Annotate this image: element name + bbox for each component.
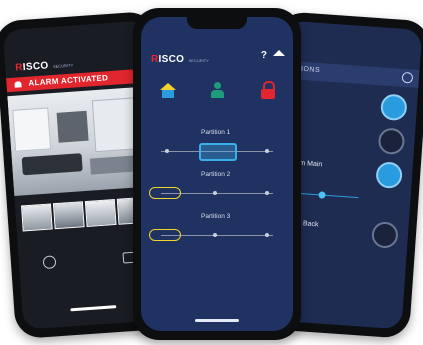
- at-icon[interactable]: [42, 255, 57, 270]
- partition-row: Partition 3: [141, 213, 293, 249]
- home-icon[interactable]: [273, 50, 285, 56]
- partition-state-slider[interactable]: [149, 229, 181, 241]
- partition-state-slider[interactable]: [149, 187, 181, 199]
- home-indicator: [70, 305, 117, 312]
- arm-away-button[interactable]: [157, 79, 179, 101]
- house-armed-icon: [160, 83, 176, 90]
- automation-list: nce en g Room Main g Room Back: [276, 21, 423, 249]
- partition-state-slider[interactable]: [199, 143, 237, 161]
- partition-title: Partition 2: [201, 171, 231, 178]
- help-icon[interactable]: ?: [261, 50, 267, 61]
- camera-thumbnail[interactable]: [52, 201, 85, 230]
- partition-row: Partition 1: [141, 129, 293, 165]
- brand-logo: RISCO SECURITY: [14, 60, 74, 74]
- partition-row: Partition 2: [141, 171, 293, 207]
- disarm-button[interactable]: [257, 79, 279, 101]
- brand-logo: RISCO SECURITY: [151, 54, 209, 65]
- camera-thumbnail[interactable]: [84, 198, 117, 228]
- app-header: RISCO SECURITY ?: [141, 47, 293, 67]
- center-phone: RISCO SECURITY ? Partition 1 Partition 2…: [133, 8, 301, 340]
- center-phone-screen: RISCO SECURITY ? Partition 1 Partition 2…: [141, 17, 293, 331]
- home-indicator: [195, 319, 239, 322]
- phone-notch: [187, 17, 247, 29]
- partition-title: Partition 1: [201, 129, 231, 136]
- arm-partial-button[interactable]: [207, 79, 229, 101]
- siren-icon: [14, 81, 22, 88]
- alarm-label: ALARM ACTIVATED: [28, 73, 109, 88]
- camera-thumbnail[interactable]: [20, 203, 53, 232]
- person-partial-icon: [214, 82, 221, 89]
- partition-title: Partition 3: [201, 213, 231, 220]
- close-icon[interactable]: [401, 71, 414, 84]
